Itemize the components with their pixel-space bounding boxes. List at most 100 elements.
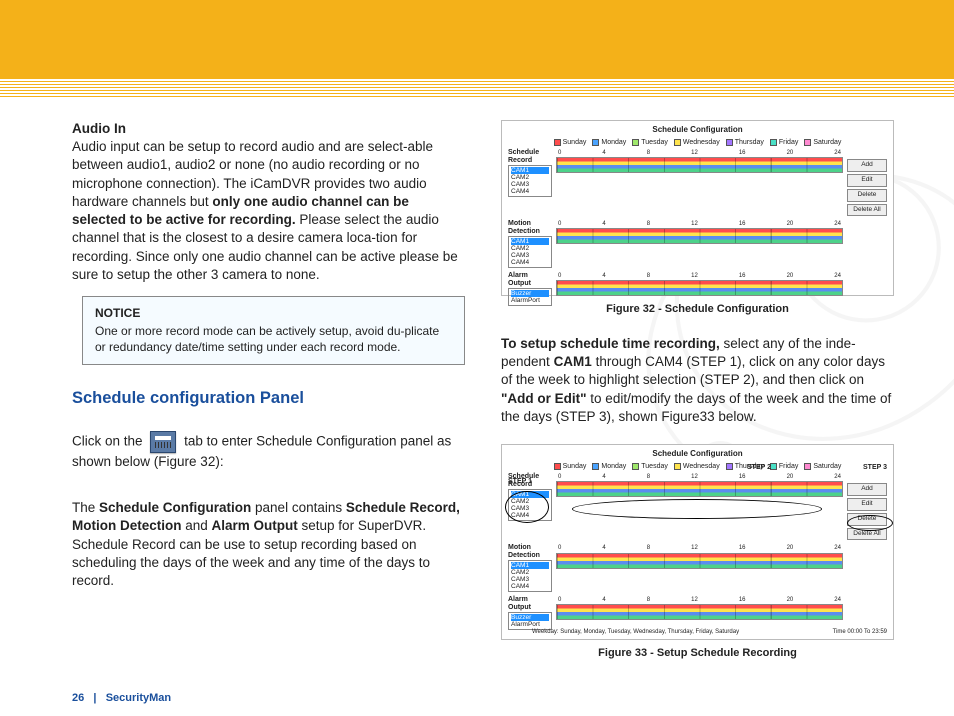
schedule-bars <box>556 604 843 620</box>
tick: 16 <box>739 473 746 481</box>
tick: 24 <box>834 596 841 604</box>
time-ticks: 04812162024 <box>556 473 843 481</box>
row-label: AlarmPort <box>511 621 549 628</box>
legend-label: Wednesday <box>683 462 720 471</box>
figure-33: Schedule ConfigurationSundayMondayTuesda… <box>501 444 894 640</box>
audio-in-paragraph: Audio In Audio input can be setup to rec… <box>72 120 465 284</box>
tick: 24 <box>834 220 841 228</box>
legend-label: Saturday <box>813 462 841 471</box>
legend-swatch <box>554 463 561 470</box>
figure-33-caption: Figure 33 - Setup Schedule Recording <box>501 646 894 661</box>
legend-item: Monday <box>592 462 626 471</box>
tick: 4 <box>602 220 605 228</box>
edit-button[interactable]: Edit <box>847 498 887 511</box>
tick: 8 <box>647 473 650 481</box>
section-header: Schedule Record <box>508 149 552 164</box>
tick: 12 <box>691 596 698 604</box>
legend-swatch <box>674 139 681 146</box>
tick: 12 <box>691 272 698 280</box>
legend-label: Sunday <box>563 138 587 147</box>
legend-item: Saturday <box>804 462 841 471</box>
schedule-bars <box>556 553 843 569</box>
tick: 4 <box>602 473 605 481</box>
legend-swatch <box>726 139 733 146</box>
track-body: 04812162024 <box>556 272 843 296</box>
legend-swatch <box>726 463 733 470</box>
notice-title: NOTICE <box>95 305 452 321</box>
row-label: CAM4 <box>511 188 549 195</box>
schedule-bars <box>556 280 843 296</box>
step-1-label: STEP 1 <box>508 477 532 486</box>
tick: 0 <box>558 596 561 604</box>
audio-in-heading: Audio In <box>72 121 126 136</box>
section-header: Alarm Output <box>508 272 552 287</box>
page-content: Audio In Audio input can be setup to rec… <box>72 120 894 688</box>
time-ticks: 04812162024 <box>556 544 843 552</box>
tick: 24 <box>834 544 841 552</box>
legend-item: Tuesday <box>632 138 668 147</box>
row-label: Buzzer <box>511 290 549 297</box>
schedule-bars <box>556 157 843 173</box>
legend-item: Sunday <box>554 462 587 471</box>
left-column: Audio In Audio input can be setup to rec… <box>72 120 465 688</box>
legend-swatch <box>770 139 777 146</box>
schedule-bars <box>556 481 843 497</box>
track-labels: Motion DetectionCAM1CAM2CAM3CAM4 <box>508 544 552 592</box>
row-list: BuzzerAlarmPort <box>508 288 552 306</box>
row-label: CAM3 <box>511 181 549 188</box>
row-label: CAM1 <box>511 238 549 245</box>
track-labels: Schedule RecordCAM1CAM2CAM3CAM4 <box>508 149 552 197</box>
tick: 4 <box>602 149 605 157</box>
tick: 0 <box>558 149 561 157</box>
step-1-oval <box>505 491 549 523</box>
tick: 24 <box>834 473 841 481</box>
section-header: Alarm Output <box>508 596 552 611</box>
legend-label: Monday <box>601 138 626 147</box>
time-ticks: 04812162024 <box>556 220 843 228</box>
tick: 0 <box>558 473 561 481</box>
row-label: CAM1 <box>511 167 549 174</box>
legend-label: Monday <box>601 462 626 471</box>
tick: 8 <box>647 220 650 228</box>
tick: 0 <box>558 544 561 552</box>
right-column: Schedule Configuration Sunday Monday Tuesda… <box>501 120 894 688</box>
legend-label: Sunday <box>563 462 587 471</box>
row-list: CAM1CAM2CAM3CAM4 <box>508 165 552 198</box>
legend-item: Friday <box>770 462 798 471</box>
figure-33-footer: Weekday: Sunday, Monday, Tuesday, Wednes… <box>532 628 887 636</box>
add-button[interactable]: Add <box>847 159 887 172</box>
footer-brand: SecurityMan <box>106 692 171 704</box>
track-section: Motion DetectionCAM1CAM2CAM3CAM404812162… <box>508 220 887 268</box>
row-label: CAM4 <box>511 259 549 266</box>
row-label: CAM2 <box>511 245 549 252</box>
tick: 16 <box>739 596 746 604</box>
tick: 16 <box>739 149 746 157</box>
tick: 4 <box>602 272 605 280</box>
tick: 24 <box>834 272 841 280</box>
notice-body: One or more record mode can be actively … <box>95 323 452 355</box>
legend-row: SundayMondayTuesdayWednesdayThursdayFrid… <box>508 138 887 147</box>
tick: 8 <box>647 272 650 280</box>
side-buttons: Add Edit Delete Delete All <box>847 149 887 216</box>
tick: 8 <box>647 149 650 157</box>
row-list: CAM1CAM2CAM3CAM4 <box>508 236 552 269</box>
legend-item: Wednesday <box>674 138 720 147</box>
section-header: Motion Detection <box>508 220 552 235</box>
legend-item: Thursday <box>726 138 764 147</box>
time-ticks: 04812162024 <box>556 272 843 280</box>
delete-button[interactable]: Delete <box>847 189 887 202</box>
figure-32: Schedule ConfigurationSundayMondayTuesda… <box>501 120 894 296</box>
tick: 20 <box>787 544 794 552</box>
legend-item: Wednesday <box>674 462 720 471</box>
top-bar <box>0 0 954 78</box>
track-labels: Alarm OutputBuzzerAlarmPort <box>508 272 552 306</box>
edit-button[interactable]: Edit <box>847 174 887 187</box>
tick: 4 <box>602 544 605 552</box>
legend-swatch <box>592 463 599 470</box>
notice-box: NOTICE One or more record mode can be ac… <box>82 296 465 365</box>
click-tab-paragraph: Click on the tab to enter Schedule Confi… <box>72 431 465 471</box>
add-button[interactable]: Add <box>847 483 887 496</box>
figure-title: Schedule Configuration <box>508 449 887 460</box>
delete-all-button[interactable]: Delete All <box>847 204 887 217</box>
row-label: CAM1 <box>511 562 549 569</box>
